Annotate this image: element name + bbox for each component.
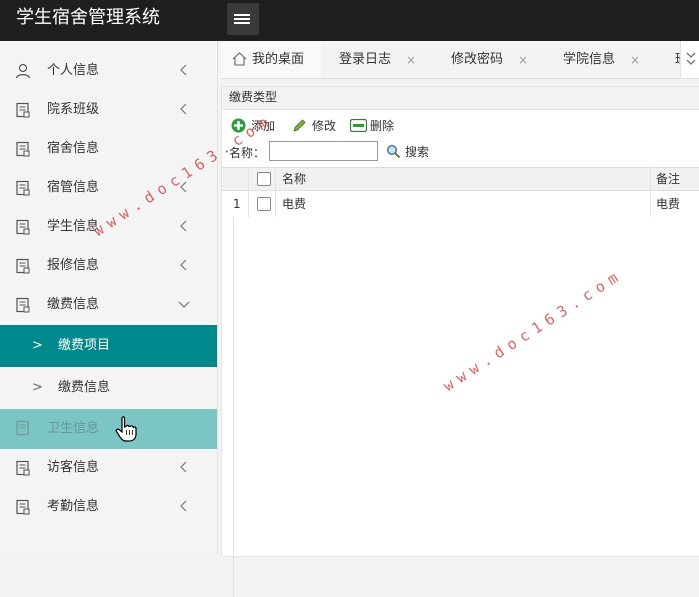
- document-icon: [16, 141, 30, 157]
- tab-scroll-right-button[interactable]: [680, 41, 699, 78]
- minus-icon: [350, 119, 367, 132]
- tab-desktop[interactable]: 我的桌面: [221, 41, 321, 78]
- column-header-remark[interactable]: 备注: [656, 170, 680, 188]
- document-icon: [16, 258, 30, 274]
- document-icon: [16, 102, 30, 118]
- column-divider: [650, 167, 651, 217]
- subitem-payment-items[interactable]: > 缴费项目: [0, 325, 217, 367]
- edit-label: 修改: [312, 119, 337, 133]
- close-icon[interactable]: ×: [630, 52, 640, 68]
- sidebar-item-label: 访客信息: [47, 460, 100, 475]
- sidebar-item-visitors[interactable]: 访客信息: [0, 449, 217, 487]
- tab-label: 登录日志: [339, 52, 392, 67]
- sidebar-item-personal-info[interactable]: 个人信息: [0, 52, 217, 90]
- subitem-label: 缴费信息: [58, 380, 111, 395]
- tab-bar: 我的桌面 登录日志 × 修改密码 × 学院信息 × 班级: [221, 41, 699, 79]
- pencil-icon: [293, 119, 306, 132]
- sidebar: 个人信息 院系班级 宿舍信息 宿管信息 学生信息 报修信息 缴费信息 > 缴费项…: [0, 41, 218, 555]
- column-header-name[interactable]: 名称: [282, 170, 306, 188]
- delete-button[interactable]: 删除: [350, 117, 400, 135]
- document-icon: [16, 420, 29, 436]
- top-bar: 学生宿舍管理系统: [0, 0, 699, 41]
- chevron-right-icon: >: [32, 380, 43, 395]
- document-icon: [16, 297, 30, 313]
- grid-header: 名称 备注: [222, 167, 699, 191]
- document-icon: [16, 460, 30, 476]
- close-icon[interactable]: ×: [518, 52, 528, 68]
- sidebar-item-repairs[interactable]: 报修信息: [0, 247, 217, 285]
- sidebar-item-departments[interactable]: 院系班级: [0, 91, 217, 129]
- content-panel: 缴费类型 添加 修改 删除 名称： 搜索 名称 备注 1 电费 电费: [221, 86, 699, 597]
- chevron-left-icon: [180, 500, 187, 512]
- panel-header: 缴费类型: [222, 87, 699, 110]
- tab-label: 学院信息: [563, 52, 616, 67]
- sidebar-item-label: 缴费信息: [47, 297, 100, 312]
- cell-remark: 电费: [656, 197, 681, 211]
- sidebar-item-payments[interactable]: 缴费信息: [0, 286, 217, 324]
- magnifier-icon: [386, 144, 401, 159]
- home-icon: [232, 52, 247, 66]
- tab-label: 我的桌面: [252, 52, 305, 67]
- sidebar-item-label: 宿管信息: [47, 180, 100, 195]
- column-divider: [233, 217, 234, 597]
- search-name-input[interactable]: [269, 141, 378, 161]
- sidebar-item-label: 个人信息: [47, 63, 100, 78]
- delete-label: 删除: [370, 119, 395, 133]
- sidebar-item-label: 考勤信息: [47, 499, 100, 514]
- tab-change-password[interactable]: 修改密码 ×: [443, 41, 543, 78]
- chevron-left-icon: [180, 259, 187, 271]
- tab-login-log[interactable]: 登录日志 ×: [331, 41, 431, 78]
- sidebar-item-label: 院系班级: [47, 102, 100, 117]
- subitem-payment-info[interactable]: > 缴费信息: [0, 367, 217, 409]
- subitem-label: 缴费项目: [58, 338, 111, 353]
- sidebar-item-hygiene[interactable]: 卫生信息: [0, 409, 217, 449]
- sidebar-item-label: 卫生信息: [47, 421, 100, 436]
- double-chevron-icon: [686, 52, 696, 65]
- document-icon: [16, 219, 30, 235]
- sidebar-item-label: 宿舍信息: [47, 141, 100, 156]
- row-index: 1: [233, 197, 241, 211]
- document-icon: [16, 180, 30, 196]
- edit-button[interactable]: 修改: [292, 117, 342, 135]
- table-row[interactable]: 1 电费 电费: [222, 191, 699, 217]
- tab-college-info[interactable]: 学院信息 ×: [555, 41, 655, 78]
- chevron-left-icon: [180, 64, 187, 76]
- close-icon[interactable]: ×: [406, 52, 416, 68]
- panel-title: 缴费类型: [229, 90, 278, 104]
- chevron-left-icon: [180, 220, 187, 232]
- chevron-left-icon: [180, 103, 187, 115]
- document-icon: [16, 499, 30, 515]
- user-icon: [15, 63, 31, 79]
- hand-cursor-icon: [115, 416, 137, 442]
- tab-label: 修改密码: [451, 52, 504, 67]
- chevron-left-icon: [180, 461, 187, 473]
- chevron-down-icon: [178, 301, 190, 308]
- column-divider: [248, 167, 249, 217]
- select-all-checkbox[interactable]: [257, 172, 271, 186]
- app-title: 学生宿舍管理系统: [16, 7, 160, 28]
- column-divider: [275, 167, 276, 217]
- cell-name: 电费: [282, 197, 307, 211]
- sidebar-item-label: 报修信息: [47, 258, 100, 273]
- chevron-right-icon: >: [32, 338, 43, 353]
- sidebar-item-attendance[interactable]: 考勤信息: [0, 488, 217, 526]
- search-label: 搜索: [405, 145, 430, 159]
- row-checkbox[interactable]: [257, 197, 271, 211]
- menu-toggle-button[interactable]: [227, 3, 259, 35]
